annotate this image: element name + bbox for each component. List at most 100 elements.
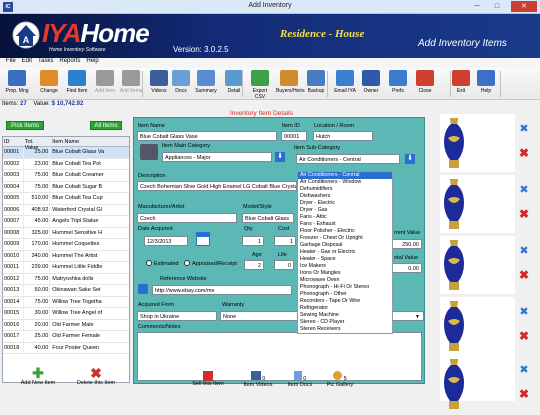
delete-photo-icon[interactable]: ✖ xyxy=(517,147,531,159)
add-new-item-button[interactable]: ✚ Add New Item xyxy=(14,366,62,386)
subcategory-option[interactable]: Microwave Oven xyxy=(298,277,392,284)
table-row[interactable]: 00002 23.00 Blue Cobalt Tea Pot xyxy=(3,158,129,170)
subcategory-option[interactable]: Phonograph - Hi-Fi Or Stereo xyxy=(298,284,392,291)
table-row[interactable]: 00004 75.00 Blue Cobalt Sugar B xyxy=(3,181,129,193)
calendar-icon[interactable] xyxy=(196,232,210,246)
sell-item-button[interactable]: Sell this Item xyxy=(190,371,226,387)
subcategory-option[interactable]: Heater - Gas or Electric xyxy=(298,249,392,256)
subcategory-option[interactable]: Freezer - Chest Or Upright xyxy=(298,235,392,242)
age-field[interactable]: 2 xyxy=(244,260,264,270)
subcategory-option[interactable]: Fans - Attic xyxy=(298,214,392,221)
subcategory-option[interactable]: Heater - Space xyxy=(298,256,392,263)
manufacturer-field[interactable]: Czech xyxy=(137,213,237,223)
model-field[interactable]: Blue Cobalt Glass xyxy=(242,213,294,223)
toolbar-email-iya-button[interactable]: Email IYA xyxy=(332,69,358,99)
minimize-button[interactable]: ─ xyxy=(469,1,485,12)
toolbar-add-item-button[interactable]: Add Item xyxy=(92,69,118,99)
toolbar-add-items-button[interactable]: Add Items xyxy=(118,69,144,99)
sub-cat-arrow-icon[interactable]: ⬇ xyxy=(405,154,415,164)
table-row[interactable]: 00017 25.00 Old Farmer Female xyxy=(3,331,129,343)
table-row[interactable]: 00018 40.00 Four Poster Queen xyxy=(3,342,129,354)
table-row[interactable]: 00008 325.00 Hummel Sensitive H xyxy=(3,227,129,239)
table-row[interactable]: 00014 75.00 Willow Tree Togetha xyxy=(3,296,129,308)
table-row[interactable]: 00010 340.00 Hummel The Artist xyxy=(3,250,129,262)
subcategory-option[interactable]: Dryer - Electric xyxy=(298,200,392,207)
edit-photo-icon[interactable]: ✖ xyxy=(517,364,531,376)
item-videos-button[interactable]: 0 Item Videos xyxy=(240,371,276,388)
acquired-field[interactable]: Shop in Ukraine xyxy=(137,311,217,321)
item-photo-thumbnail[interactable] xyxy=(440,297,515,355)
table-row[interactable]: 00013 50.00 Okinawan Sake Set xyxy=(3,285,129,297)
menu-help[interactable]: Help xyxy=(86,58,98,64)
subcategory-option[interactable]: Recorders - Tape Or Wire xyxy=(298,298,392,305)
website-field[interactable]: http://www.ebay.com/me xyxy=(152,285,292,295)
toolbar-summary-button[interactable]: Summary xyxy=(193,69,219,99)
subcategory-option[interactable]: Sewing Machine xyxy=(298,312,392,319)
menu-reports[interactable]: Reports xyxy=(59,58,80,64)
toolbar-docs-button[interactable]: Docs xyxy=(168,69,194,99)
current-value-field[interactable]: 250.00 xyxy=(392,239,422,249)
edit-photo-icon[interactable]: ✖ xyxy=(517,184,531,196)
table-row[interactable]: 00012 75.00 Matryoshka dolls xyxy=(3,273,129,285)
delete-photo-icon[interactable]: ✖ xyxy=(517,330,531,342)
toolbar-change-button[interactable]: Change xyxy=(36,69,62,99)
estimated-radio[interactable] xyxy=(146,260,152,266)
edit-photo-icon[interactable]: ✖ xyxy=(517,306,531,318)
subcategory-option[interactable]: Dehumidifiers xyxy=(298,186,392,193)
cost-field[interactable]: 1 xyxy=(274,236,296,246)
toolbar-help-button[interactable]: Help xyxy=(473,69,499,99)
subcategory-option[interactable]: Stereo - CD Player xyxy=(298,319,392,326)
menu-tasks[interactable]: Tasks xyxy=(38,58,53,64)
item-photo-thumbnail[interactable] xyxy=(440,114,515,172)
qty-field[interactable]: 1 xyxy=(242,236,264,246)
col-value[interactable]: Tot. Value xyxy=(22,137,50,151)
col-id[interactable]: ID xyxy=(3,137,23,146)
subcategory-option[interactable]: Floor Polisher - Electric xyxy=(298,228,392,235)
item-name-field[interactable]: Blue Cobalt Glass Vase xyxy=(137,131,277,141)
table-row[interactable]: 00003 75.00 Blue Cobalt Creamer xyxy=(3,170,129,182)
table-row[interactable]: 00006 408.92 Waterford Crystal Gl xyxy=(3,204,129,216)
website-icon[interactable] xyxy=(138,284,148,294)
delete-item-button[interactable]: ✖ Delete this Item xyxy=(72,366,120,386)
subcategory-option[interactable]: Air Conditioners - Window xyxy=(298,179,392,186)
pic-gallery-button[interactable]: 5 Pic Gallery xyxy=(324,371,356,388)
subcategory-option[interactable]: Dishwashers xyxy=(298,193,392,200)
toolbar-backup-button[interactable]: Backup xyxy=(303,69,329,99)
toolbar-export-csv-button[interactable]: Export CSV xyxy=(247,69,273,100)
table-row[interactable]: 00011 239.00 Hummel Little Fiddle xyxy=(3,262,129,274)
subcategory-option[interactable]: Phonograph - Other xyxy=(298,291,392,298)
warranty-select[interactable]: None xyxy=(220,311,300,321)
table-row[interactable]: 00009 170.00 Hummel Coquettes xyxy=(3,239,129,251)
appraised-radio[interactable] xyxy=(184,260,190,266)
subcategory-option[interactable]: Garbage Disposal xyxy=(298,242,392,249)
close-window-button[interactable]: ✕ xyxy=(511,1,537,12)
table-row[interactable]: 00001 25.00 Blue Cobalt Glass Va xyxy=(3,147,129,159)
toolbar-detail-button[interactable]: Detail xyxy=(221,69,247,99)
item-photo-thumbnail[interactable] xyxy=(440,175,515,233)
description-field[interactable]: Czech Bohemian Slive Gold High Enamel LG… xyxy=(137,181,297,191)
table-row[interactable]: 00007 45.00 Angels Tripl Statue xyxy=(3,216,129,228)
life-field[interactable]: 0 xyxy=(274,260,294,270)
toolbar-buyers-heirs-button[interactable]: Buyers/Heirs xyxy=(276,69,305,99)
edit-photo-icon[interactable]: ✖ xyxy=(517,123,531,135)
subcategory-option[interactable]: Dryer - Gas xyxy=(298,207,392,214)
toolbar-close-button[interactable]: Close xyxy=(412,69,438,99)
table-row[interactable]: 00005 510.00 Blue Cobalt Tea Cup xyxy=(3,193,129,205)
toolbar-find-item-button[interactable]: Find Item xyxy=(64,69,90,99)
toolbar-prefs-button[interactable]: Prefs xyxy=(385,69,411,99)
col-name[interactable]: Item Name xyxy=(49,137,129,146)
location-field[interactable]: Hutch xyxy=(313,131,373,141)
toolbar-prop-mng-button[interactable]: Prop. Mng xyxy=(4,69,30,99)
pick-items-button[interactable]: Pick Items xyxy=(6,121,44,130)
subcategory-option[interactable]: Fans - Exhaust xyxy=(298,221,392,228)
item-photo-thumbnail[interactable] xyxy=(440,236,515,294)
table-row[interactable]: 00016 20.00 Old Farmer Male xyxy=(3,319,129,331)
table-row[interactable]: 00015 30.00 Willow Tree Angel of xyxy=(3,308,129,320)
delete-photo-icon[interactable]: ✖ xyxy=(517,388,531,400)
sub-category-select[interactable]: Air Conditioners - Central xyxy=(296,154,400,164)
all-items-button[interactable]: All Items xyxy=(90,121,122,130)
maximize-button[interactable]: □ xyxy=(489,1,505,12)
subcategory-option[interactable]: Refrigerator xyxy=(298,305,392,312)
subcategory-option[interactable]: Stereo Receivers xyxy=(298,326,392,333)
subcategory-option[interactable]: Irons Or Mangles xyxy=(298,270,392,277)
